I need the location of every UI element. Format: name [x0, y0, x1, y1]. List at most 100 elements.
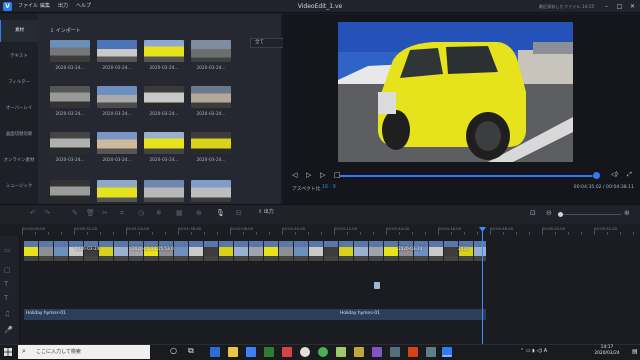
zoom-icon[interactable]: ⊕	[196, 209, 202, 217]
cut-icon[interactable]: ✂	[102, 209, 108, 217]
export-button[interactable]: ⇪ 出力	[258, 208, 274, 215]
redo-icon[interactable]: ↷	[44, 209, 50, 217]
app-icon[interactable]	[282, 347, 292, 357]
app-icon[interactable]	[318, 347, 328, 357]
video-clip-frame[interactable]	[24, 241, 39, 261]
zoom-slider-track[interactable]	[563, 214, 621, 215]
app-icon[interactable]	[390, 347, 400, 357]
sidebar-item-music[interactable]: ミュージック	[0, 176, 38, 198]
notification-icon[interactable]: ▤	[632, 348, 638, 355]
video-clip-frame[interactable]	[354, 241, 369, 261]
maximize-icon[interactable]: □	[613, 0, 626, 13]
video-clip-frame[interactable]	[249, 241, 264, 261]
video-clip-frame[interactable]	[399, 241, 414, 261]
video-clip-frame[interactable]	[474, 241, 486, 261]
zoom-in-icon[interactable]: ⊕	[624, 209, 630, 217]
video-clip-frame[interactable]	[369, 241, 384, 261]
video-editor-taskbar-icon[interactable]	[442, 347, 452, 357]
media-thumbnail[interactable]	[50, 180, 90, 202]
video-track[interactable]	[24, 241, 486, 261]
video-preview[interactable]	[338, 22, 573, 162]
video-clip-frame[interactable]	[294, 241, 309, 261]
video-clip-frame[interactable]	[159, 241, 174, 261]
freeze-icon[interactable]: ❄	[156, 209, 162, 217]
video-clip-frame[interactable]	[444, 241, 459, 261]
aspect-ratio-value[interactable]: 16 : 9	[322, 185, 336, 190]
video-clip-frame[interactable]	[264, 241, 279, 261]
step-forward-icon[interactable]: ▷	[320, 171, 325, 179]
sidebar-item-text[interactable]: テキスト	[0, 46, 38, 68]
media-thumbnail[interactable]	[50, 132, 90, 154]
edit-icon[interactable]: ✎	[72, 209, 78, 217]
sidebar-item-overlay[interactable]: オーバーレイ	[0, 98, 38, 120]
video-clip-frame[interactable]	[309, 241, 324, 261]
video-clip-frame[interactable]	[219, 241, 234, 261]
video-clip-frame[interactable]	[339, 241, 354, 261]
file-explorer-icon[interactable]	[228, 347, 238, 357]
sidebar-item-online-media[interactable]: オンライン素材	[0, 150, 38, 172]
zoom-out-icon[interactable]: ⊖	[546, 209, 552, 217]
app-icon[interactable]	[426, 347, 436, 357]
video-clip-frame[interactable]	[144, 241, 159, 261]
crop-icon[interactable]: ⌗	[120, 209, 124, 218]
app-icon[interactable]	[408, 347, 418, 357]
video-clip-frame[interactable]	[459, 241, 474, 261]
split-icon[interactable]: ⊟	[236, 209, 242, 217]
video-clip-frame[interactable]	[99, 241, 114, 261]
video-clip-frame[interactable]	[324, 241, 339, 261]
cortana-icon[interactable]: ○	[170, 346, 177, 355]
media-thumbnail[interactable]	[191, 40, 231, 62]
app-icon[interactable]	[354, 347, 364, 357]
microphone-icon[interactable]: 🎙	[216, 209, 225, 217]
media-thumbnail[interactable]	[97, 86, 137, 108]
taskbar-clock[interactable]: 14:17 2020/03/24	[582, 345, 632, 357]
video-clip-frame[interactable]	[189, 241, 204, 261]
fullscreen-icon[interactable]: ⤢	[627, 171, 632, 179]
media-thumbnail[interactable]	[144, 40, 184, 62]
sidebar-item-transition[interactable]: 画面切替効果	[0, 124, 38, 146]
system-tray-icons[interactable]: ⌃ ▭ ◗ ◁) A	[520, 348, 547, 354]
video-clip-frame[interactable]	[114, 241, 129, 261]
video-clip-frame[interactable]	[174, 241, 189, 261]
windows-start-icon[interactable]	[4, 348, 12, 356]
store-icon[interactable]	[246, 347, 256, 357]
video-clip-frame[interactable]	[279, 241, 294, 261]
media-thumbnail[interactable]	[191, 132, 231, 154]
media-thumbnail[interactable]	[191, 86, 231, 108]
sidebar-item-filter[interactable]: フィルター	[0, 72, 38, 94]
video-clip-frame[interactable]	[54, 241, 69, 261]
media-thumbnail[interactable]	[97, 40, 137, 62]
media-thumbnail[interactable]	[144, 86, 184, 108]
app-icon[interactable]	[264, 347, 274, 357]
media-thumbnail[interactable]	[97, 132, 137, 154]
media-thumbnail[interactable]	[97, 180, 137, 202]
music-clip[interactable]	[24, 309, 486, 320]
fit-timeline-icon[interactable]: ⊡	[530, 209, 536, 217]
app-icon[interactable]	[372, 347, 382, 357]
close-icon[interactable]: ✕	[626, 0, 639, 13]
video-clip-frame[interactable]	[429, 241, 444, 261]
video-clip-frame[interactable]	[204, 241, 219, 261]
play-icon[interactable]: ▷	[306, 171, 311, 179]
video-clip-frame[interactable]	[39, 241, 54, 261]
video-clip-frame[interactable]	[234, 241, 249, 261]
playhead-line[interactable]	[482, 230, 483, 344]
playback-progress-knob[interactable]	[593, 172, 600, 179]
app-icon[interactable]	[336, 347, 346, 357]
media-thumbnail[interactable]	[50, 86, 90, 108]
video-clip-frame[interactable]	[84, 241, 99, 261]
chrome-icon[interactable]	[300, 347, 310, 357]
video-clip-frame[interactable]	[69, 241, 84, 261]
task-view-icon[interactable]: ⧉	[188, 346, 194, 356]
sidebar-item-media[interactable]: 素材	[0, 20, 38, 42]
video-clip-frame[interactable]	[129, 241, 144, 261]
volume-icon[interactable]: ◁)	[611, 171, 618, 178]
media-thumbnail[interactable]	[50, 40, 90, 62]
minimize-icon[interactable]: –	[600, 0, 613, 13]
undo-icon[interactable]: ↶	[30, 209, 36, 217]
delete-icon[interactable]: 🗑	[86, 209, 95, 217]
step-back-icon[interactable]: ◁	[292, 171, 297, 179]
media-thumbnail[interactable]	[144, 132, 184, 154]
edge-icon[interactable]	[210, 347, 220, 357]
import-button[interactable]: ⇩ インポート	[50, 27, 81, 34]
